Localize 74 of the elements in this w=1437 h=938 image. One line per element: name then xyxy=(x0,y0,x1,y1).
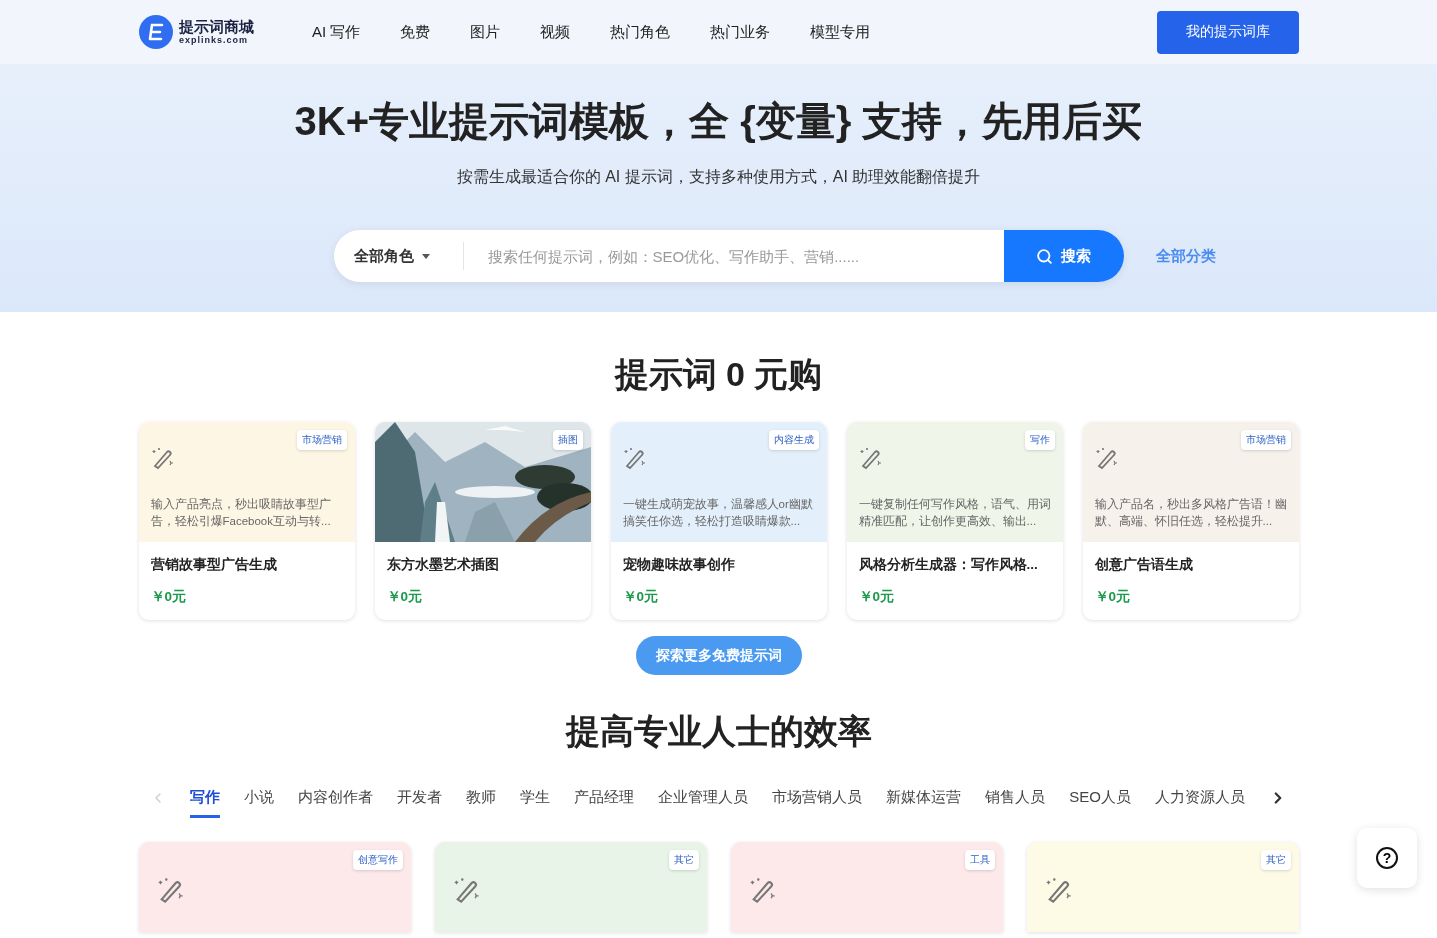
nav-link[interactable]: 热门业务 xyxy=(710,22,771,42)
help-button[interactable]: ? xyxy=(1357,828,1417,888)
card-price: ￥0元 xyxy=(150,588,187,606)
role-tab[interactable]: 小说 xyxy=(244,788,275,818)
card-price: ￥0元 xyxy=(386,588,423,606)
card-title: 风格分析生成器：写作风格... xyxy=(858,556,1039,574)
prompt-library-button[interactable]: 我的提示词库 xyxy=(1157,10,1299,54)
hero-title: 3K+专业提示词模板，全 {变量} 支持，先用后买 xyxy=(294,98,1143,145)
prompt-card[interactable]: 市场营销 输入产品亮点，秒出吸睛故事型广告，轻松引爆Facebook互动与转... 营销故事型广告生成 ￥0元 xyxy=(138,422,355,620)
prompt-card[interactable]: 内容生成 一键生成萌宠故事，温馨感人or幽默搞笑任你选，轻松打造吸睛爆款... 宠物趣味故事创作 ￥0元 xyxy=(610,422,827,620)
category-tag: 内容生成 xyxy=(768,430,819,450)
nav-link[interactable]: AI 写作 xyxy=(312,22,361,42)
magic-wand-icon xyxy=(150,446,175,470)
card-title: 创意广告语生成 xyxy=(1094,556,1194,574)
card-price: ￥0元 xyxy=(1094,588,1131,606)
card-title: 宠物趣味故事创作 xyxy=(622,556,736,574)
card-description: 一键生成萌宠故事，温馨感人or幽默搞笑任你选，轻松打造吸睛爆款... xyxy=(622,497,814,529)
nav-link[interactable]: 免费 xyxy=(400,22,431,42)
prompt-card[interactable]: 其它 xyxy=(1026,842,1299,932)
role-tab[interactable]: 人力资源人员 xyxy=(1154,788,1245,818)
role-dropdown[interactable]: 全部角色 xyxy=(333,242,464,270)
nav-link[interactable]: 图片 xyxy=(470,22,501,42)
magic-wand-icon xyxy=(156,876,185,904)
search-icon xyxy=(1036,247,1053,265)
prompt-card[interactable]: 创意写作 xyxy=(138,842,411,932)
role-tab[interactable]: 写作 xyxy=(190,788,221,818)
caret-icon xyxy=(421,253,430,259)
magic-wand-icon xyxy=(748,876,777,904)
role-tab[interactable]: 教师 xyxy=(466,788,497,818)
magic-wand-icon xyxy=(622,446,647,470)
card-description: 输入产品亮点，秒出吸睛故事型广告，轻松引爆Facebook互动与转... xyxy=(150,497,332,529)
logo-title: 提示词商城 xyxy=(179,19,254,34)
magic-wand-icon xyxy=(858,446,883,470)
search-field[interactable]: 搜索任何提示词，例如：SEO优化、写作助手、营销...... xyxy=(463,247,1004,265)
card-description: 一键复制任何写作风格，语气、用词精准匹配，让创作更高效、输出... xyxy=(858,497,1051,529)
section-title: 提高专业人士的效率 xyxy=(565,711,872,752)
category-tag: 插图 xyxy=(552,430,583,450)
card-title: 营销故事型广告生成 xyxy=(150,556,278,574)
prompt-card[interactable]: 其它 xyxy=(434,842,707,932)
role-tab[interactable]: 市场营销人员 xyxy=(772,788,863,818)
category-tag: 市场营销 xyxy=(1240,430,1291,450)
card-title: 东方水墨艺术插图 xyxy=(386,556,500,574)
nav-link[interactable]: 模型专用 xyxy=(810,22,871,42)
magic-wand-icon xyxy=(1044,876,1073,904)
nav-link[interactable]: 热门角色 xyxy=(610,22,671,42)
role-tab[interactable]: 产品经理 xyxy=(574,788,635,818)
category-tag: 创意写作 xyxy=(352,850,403,870)
card-description: 输入产品名，秒出多风格广告语！幽默、高端、怀旧任选，轻松提升... xyxy=(1094,497,1287,529)
role-tab[interactable]: 企业管理人员 xyxy=(658,788,749,818)
logo-subtitle: explinks.com xyxy=(179,36,250,45)
category-tag: 其它 xyxy=(668,850,699,870)
logo-icon xyxy=(139,15,173,49)
card-price: ￥0元 xyxy=(622,588,659,606)
magic-wand-icon xyxy=(1094,446,1119,470)
hero-subtitle: 按需生成最适合你的 AI 提示词，支持多种使用方式，AI 助理效能翻倍提升 xyxy=(456,167,981,187)
role-tab[interactable]: 销售人员 xyxy=(985,788,1046,818)
section-title: 提示词 0 元购 xyxy=(614,354,823,395)
prompt-card[interactable]: 写作 一键复制任何写作风格，语气、用词精准匹配，让创作更高效、输出... 风格分析生成器：写作风格... ￥0元 xyxy=(846,422,1063,620)
role-tab[interactable]: 内容创作者 xyxy=(298,788,374,818)
category-tag: 其它 xyxy=(1260,850,1291,870)
nav-link[interactable]: 视频 xyxy=(540,22,571,42)
role-tab[interactable]: 学生 xyxy=(520,788,551,818)
category-tag: 工具 xyxy=(964,850,995,870)
prompt-card[interactable]: 市场营销 输入产品名，秒出多风格广告语！幽默、高端、怀旧任选，轻松提升... 创意广告语生成 ￥0元 xyxy=(1082,422,1299,620)
role-tab[interactable]: 开发者 xyxy=(397,788,443,818)
role-tab[interactable]: 新媒体运营 xyxy=(886,788,962,818)
category-tag: 写作 xyxy=(1024,430,1055,450)
card-price: ￥0元 xyxy=(858,588,895,606)
prompt-card[interactable]: 插图 东方水墨艺术插图 ￥0元 xyxy=(374,422,591,620)
search-button[interactable]: 搜索 xyxy=(1003,230,1124,282)
role-tab[interactable]: SEO人员 xyxy=(1069,788,1131,818)
magic-wand-icon xyxy=(452,876,481,904)
category-tag: 市场营销 xyxy=(296,430,347,450)
prompt-card[interactable]: 工具 xyxy=(730,842,1003,932)
